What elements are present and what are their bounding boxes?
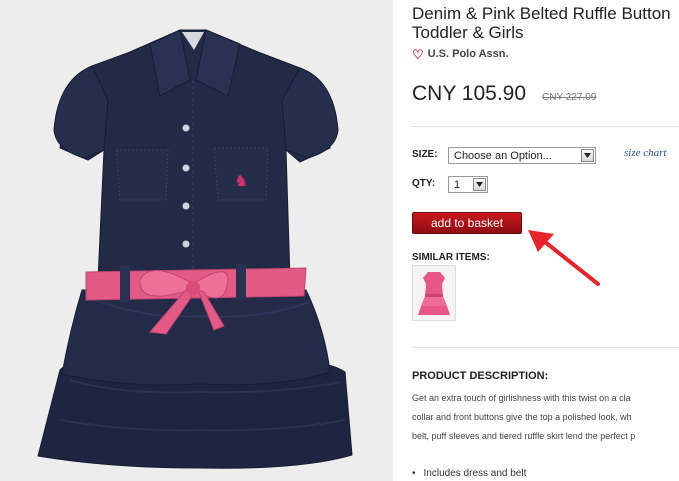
- svg-text:♞: ♞: [234, 171, 248, 190]
- qty-select[interactable]: 1: [448, 176, 488, 193]
- description-heading: PRODUCT DESCRIPTION:: [412, 370, 549, 382]
- product-title: Denim & Pink Belted Ruffle Button Toddle…: [412, 4, 679, 42]
- add-to-basket-button[interactable]: add to basket: [412, 212, 522, 234]
- heart-outline-icon[interactable]: ♡: [412, 48, 424, 61]
- chevron-down-icon[interactable]: [581, 149, 594, 162]
- description-line: collar and front buttons give the top a …: [412, 412, 632, 422]
- size-select[interactable]: Choose an Option...: [448, 147, 596, 164]
- chevron-down-icon[interactable]: [473, 178, 486, 191]
- description-line: Get an extra touch of girlishness with t…: [412, 393, 631, 403]
- description-text: Get an extra touch of girlishness with t…: [412, 389, 679, 446]
- similar-items-label: SIMILAR ITEMS:: [412, 252, 490, 263]
- brand-name[interactable]: U.S. Polo Assn.: [428, 48, 509, 60]
- pink-dress-thumbnail-image: [413, 266, 455, 320]
- dress-illustration: ♞: [37, 29, 353, 469]
- similar-item-thumbnail[interactable]: [412, 265, 456, 321]
- bullet-text: Includes dress and belt: [423, 468, 527, 479]
- product-title-line2: Toddler & Girls: [412, 23, 524, 42]
- brand-row[interactable]: ♡ U.S. Polo Assn.: [412, 48, 509, 61]
- qty-label: QTY:: [412, 178, 436, 189]
- description-line: belt, puff sleeves and tiered ruffle ski…: [412, 431, 636, 441]
- product-title-line1: Denim & Pink Belted Ruffle Button: [412, 4, 671, 23]
- price-row: CNY 105.90 CNY 227.09: [412, 82, 596, 106]
- original-price: CNY 227.09: [542, 92, 597, 103]
- qty-select-value: 1: [454, 178, 461, 191]
- size-label: SIZE:: [412, 149, 438, 160]
- product-image: ♞: [0, 0, 393, 481]
- product-page: ♞ Denim & Pink Belted Ruffle Button Todd…: [0, 0, 679, 481]
- red-pointer-arrow-icon: [528, 230, 600, 286]
- size-chart-link[interactable]: size chart: [624, 147, 666, 159]
- current-price: CNY 105.90: [412, 82, 527, 105]
- divider: [412, 347, 679, 348]
- size-select-value: Choose an Option...: [454, 149, 552, 162]
- bullet-dot: •: [412, 468, 416, 479]
- divider: [412, 126, 679, 127]
- description-bullet: • Includes dress and belt: [412, 468, 526, 479]
